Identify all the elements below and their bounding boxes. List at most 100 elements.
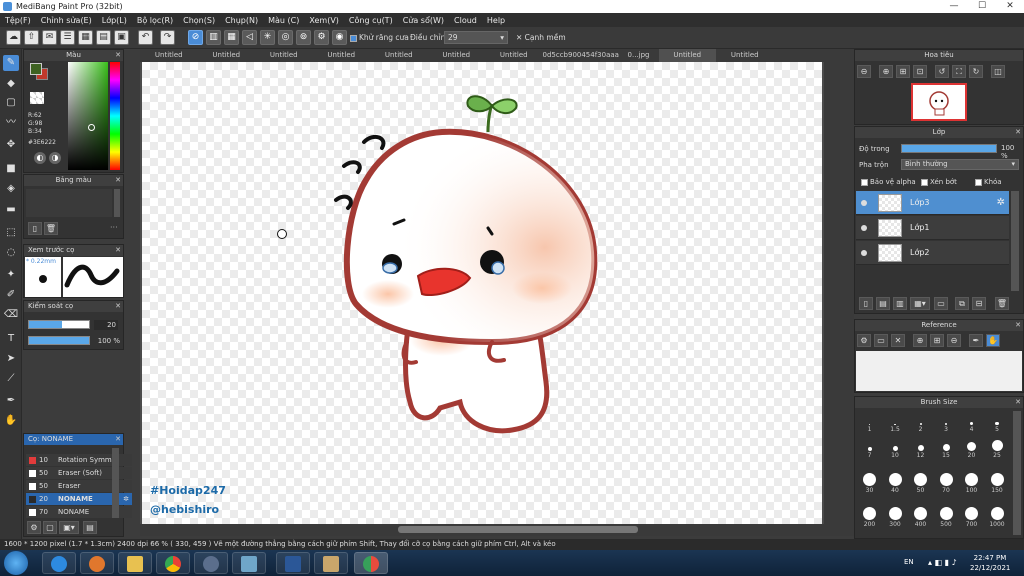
- brush-size-option[interactable]: 20: [959, 439, 984, 459]
- menu-filter[interactable]: Bộ lọc(R): [132, 16, 178, 25]
- save-icon[interactable]: ▣: [114, 30, 129, 45]
- tab-document[interactable]: Untitled: [370, 49, 428, 62]
- brush-size-option[interactable]: 4: [959, 413, 984, 433]
- layer-item-layer1[interactable]: Lớp1: [856, 216, 1009, 240]
- visibility-icon[interactable]: [861, 200, 867, 206]
- saturation-value-square[interactable]: [68, 62, 108, 170]
- tab-document[interactable]: Untitled: [140, 49, 198, 62]
- film-icon[interactable]: ▤: [96, 30, 111, 45]
- taskbar-viewer[interactable]: [232, 552, 266, 574]
- tab-document[interactable]: Untitled: [255, 49, 313, 62]
- settings-snap-icon[interactable]: ◉: [332, 30, 347, 45]
- circle-snap-icon[interactable]: ◎: [278, 30, 293, 45]
- upload-icon[interactable]: ⇧: [24, 30, 39, 45]
- delete-palette-icon[interactable]: 🗑: [44, 222, 58, 235]
- reference-hand-icon[interactable]: ✋: [986, 334, 1000, 347]
- close-icon[interactable]: ✕: [115, 175, 121, 186]
- new-8bit-layer-icon[interactable]: ▥: [893, 297, 907, 310]
- brush-tool-icon[interactable]: ✎: [3, 55, 19, 71]
- reference-zoom-in-icon[interactable]: ⊕: [913, 334, 927, 347]
- tab-document[interactable]: Untitled: [198, 49, 256, 62]
- protect-alpha-checkbox[interactable]: [861, 178, 868, 186]
- zoom-out-icon[interactable]: ⊖: [857, 65, 871, 78]
- brush-size-value[interactable]: 20: [94, 320, 118, 330]
- layer-opacity-slider[interactable]: [901, 144, 997, 153]
- reference-close-icon[interactable]: ✕: [891, 334, 905, 347]
- tab-document[interactable]: Untitled: [485, 49, 543, 62]
- language-indicator[interactable]: EN: [904, 558, 914, 566]
- menu-file[interactable]: Tệp(F): [0, 16, 36, 25]
- lasso-tool-icon[interactable]: ◌: [3, 245, 19, 261]
- close-icon[interactable]: ✕: [115, 245, 121, 256]
- layer-item-layer2[interactable]: Lớp2: [856, 241, 1009, 265]
- menu-edit[interactable]: Chỉnh sửa(E): [36, 16, 97, 25]
- brush-size-option[interactable]: 30: [857, 473, 882, 494]
- palette-swatch-area[interactable]: [26, 189, 112, 217]
- rotate-left-icon[interactable]: ↺: [935, 65, 949, 78]
- brush-size-slider[interactable]: [28, 320, 90, 329]
- brush-folder-icon[interactable]: ▢: [43, 521, 57, 534]
- taskbar-explorer[interactable]: [118, 552, 152, 574]
- taskbar-media[interactable]: [80, 552, 114, 574]
- add-brush-icon[interactable]: ⚙: [27, 521, 41, 534]
- taskbar-word[interactable]: [276, 552, 310, 574]
- blend-mode-dropdown[interactable]: Bình thường ▾: [901, 159, 1019, 170]
- new-halftone-layer-icon[interactable]: ▤: [876, 297, 890, 310]
- menu-tools[interactable]: Công cụ(T): [344, 16, 398, 25]
- gear-snap-icon[interactable]: ⚙: [314, 30, 329, 45]
- operation-tool-icon[interactable]: ➤: [3, 351, 19, 367]
- antialias-option[interactable]: Khử răng cưa: [350, 33, 409, 42]
- dot-tool-icon[interactable]: ▢: [3, 95, 19, 111]
- visibility-icon[interactable]: [861, 225, 867, 231]
- tab-document[interactable]: Untitled: [428, 49, 486, 62]
- lock-checkbox[interactable]: [975, 178, 982, 186]
- curve-snap-icon[interactable]: ⊚: [296, 30, 311, 45]
- bucket-tool-icon[interactable]: ◈: [3, 181, 19, 197]
- brush-size-option[interactable]: 200: [857, 507, 882, 528]
- brush-list-scrollbar[interactable]: [112, 448, 119, 518]
- reference-fit-icon[interactable]: ⊞: [930, 334, 944, 347]
- color-picker-handle[interactable]: [88, 124, 95, 131]
- brush-settings-icon[interactable]: ▤: [83, 521, 97, 534]
- taskbar-paint[interactable]: [314, 552, 348, 574]
- radial-snap-icon[interactable]: ✳: [260, 30, 275, 45]
- zoom-in-icon[interactable]: ⊕: [879, 65, 893, 78]
- parallel-snap-icon[interactable]: ▥: [206, 30, 221, 45]
- clock[interactable]: 22:47 PM 22/12/2021: [970, 553, 1010, 573]
- brush-size-option[interactable]: 1: [857, 413, 882, 433]
- brush-opacity-slider[interactable]: [28, 336, 90, 345]
- select-eraser-icon[interactable]: ⌫: [3, 307, 19, 323]
- taskbar-chrome[interactable]: [156, 552, 190, 574]
- reference-zoom-out-icon[interactable]: ⊖: [947, 334, 961, 347]
- new-layer-icon[interactable]: ▯: [859, 297, 873, 310]
- layers-scrollbar[interactable]: [1011, 191, 1019, 291]
- brush-size-option[interactable]: 300: [883, 507, 908, 528]
- brush-size-option[interactable]: 150: [985, 473, 1010, 494]
- layer-item-layer3[interactable]: Lớp3 ✲: [856, 191, 1009, 215]
- taskbar-app[interactable]: [194, 552, 228, 574]
- start-button[interactable]: [4, 551, 28, 575]
- fit-icon[interactable]: ⊞: [896, 65, 910, 78]
- tab-document[interactable]: Untitled: [716, 49, 774, 62]
- tab-document[interactable]: 0d5ccb900454f30aaa45.jpg: [543, 49, 619, 62]
- move-tool-icon[interactable]: ✥: [3, 137, 19, 153]
- brush-size-option[interactable]: 5: [985, 413, 1010, 433]
- close-icon[interactable]: ✕: [115, 50, 121, 61]
- protect-alpha-option[interactable]: Bảo vệ alpha: [861, 178, 916, 186]
- close-icon[interactable]: ✕: [1015, 320, 1021, 331]
- brush-size-option[interactable]: 400: [908, 507, 933, 528]
- minimize-button[interactable]: —: [940, 0, 968, 13]
- transparent-swatch[interactable]: [30, 92, 44, 104]
- layer-menu-icon[interactable]: ▦▾: [910, 297, 930, 310]
- close-icon[interactable]: ✕: [115, 434, 121, 445]
- navigator-thumbnail[interactable]: [911, 83, 967, 121]
- brush-size-scrollbar[interactable]: [1013, 411, 1021, 535]
- crosshatch-snap-icon[interactable]: ▦: [224, 30, 239, 45]
- gradient-tool-icon[interactable]: ▬: [3, 202, 19, 218]
- foreground-color-swatch[interactable]: [30, 63, 42, 75]
- tab-document-active[interactable]: Untitled: [658, 49, 716, 62]
- select-tool-icon[interactable]: ⬚: [3, 225, 19, 241]
- horizontal-scrollbar[interactable]: [140, 524, 824, 536]
- maximize-button[interactable]: ☐: [968, 0, 996, 13]
- reference-canvas[interactable]: [856, 351, 1022, 391]
